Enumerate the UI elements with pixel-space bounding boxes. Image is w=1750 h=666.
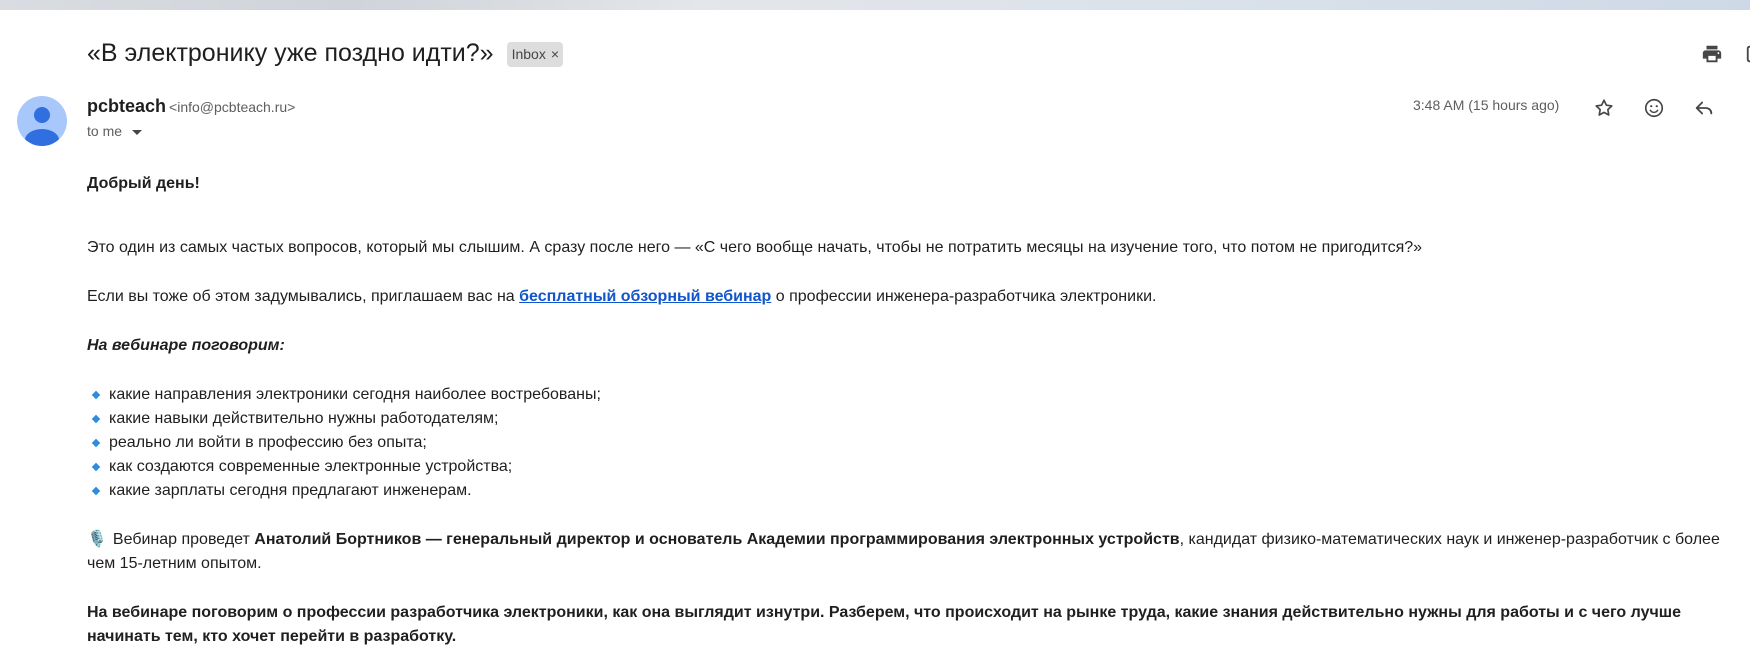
window-top-strip xyxy=(0,0,1750,10)
list-item: как создаются современные электронные ус… xyxy=(87,455,1747,479)
reply-icon[interactable] xyxy=(1692,96,1716,120)
paragraph-host: 🎙️ Вебинар проведет Анатолий Бортников — … xyxy=(87,528,1747,576)
recipient-details-toggle[interactable]: to me xyxy=(87,123,143,139)
webinar-link[interactable]: бесплатный обзорный вебинар xyxy=(519,288,771,305)
list-item: реально ли войти в профессию без опыта; xyxy=(87,431,1747,455)
email-timestamp: 3:48 AM (15 hours ago) xyxy=(1413,97,1560,113)
inbox-label-chip[interactable]: Inbox × xyxy=(506,41,564,67)
label-text: Inbox xyxy=(511,45,546,62)
greeting: Добрый день! xyxy=(87,175,200,192)
paragraph-summary: На вебинаре поговорим о профессии разраб… xyxy=(87,604,1682,645)
print-icon[interactable] xyxy=(1700,42,1724,66)
sender-email: <info@pcbteach.ru> xyxy=(169,99,296,115)
email-subject: «В электронику уже поздно идти?» xyxy=(87,39,494,67)
subject-row: «В электронику уже поздно идти?» Inbox × xyxy=(87,36,564,70)
open-in-new-window-icon[interactable] xyxy=(1744,42,1750,66)
list-item: какие навыки действительно нужны работод… xyxy=(87,407,1747,431)
list-item: какие направления электроники сегодня на… xyxy=(87,383,1747,407)
email-body: Добрый день! Это один из самых частых во… xyxy=(87,172,1747,649)
avatar[interactable] xyxy=(17,96,67,146)
paragraph-question: Это один из самых частых вопросов, котор… xyxy=(87,239,1423,256)
host-text-before: Вебинар проведет xyxy=(112,531,255,548)
list-item: какие зарплаты сегодня предлагают инжене… xyxy=(87,479,1747,503)
microphone-icon: 🎙️ xyxy=(87,531,107,548)
message-actions xyxy=(1592,96,1716,120)
blue-diamond-icon xyxy=(91,414,101,424)
blue-diamond-icon xyxy=(91,462,101,472)
webinar-heading: На вебинаре поговорим: xyxy=(87,337,285,354)
topics-list: какие направления электроники сегодня на… xyxy=(87,383,1747,503)
sender-info: pcbteach <info@pcbteach.ru> xyxy=(87,96,295,117)
invite-text-after: о профессии инженера-разработчика электр… xyxy=(771,288,1157,305)
host-name: Анатолий Бортников — генеральный директо… xyxy=(254,531,1180,548)
star-icon[interactable] xyxy=(1592,96,1616,120)
sender-name[interactable]: pcbteach xyxy=(87,96,166,116)
recipient-text: to me xyxy=(87,123,123,139)
invite-text-before: Если вы тоже об этом задумывались, пригл… xyxy=(87,288,520,305)
remove-label-icon[interactable]: × xyxy=(551,46,559,62)
blue-diamond-icon xyxy=(91,486,101,496)
person-icon xyxy=(25,107,59,146)
emoji-icon[interactable] xyxy=(1642,96,1666,120)
blue-diamond-icon xyxy=(91,438,101,448)
blue-diamond-icon xyxy=(91,390,101,400)
chevron-down-icon[interactable] xyxy=(132,130,143,135)
thread-actions xyxy=(1700,42,1750,66)
paragraph-invite: Если вы тоже об этом задумывались, пригл… xyxy=(87,285,1747,309)
